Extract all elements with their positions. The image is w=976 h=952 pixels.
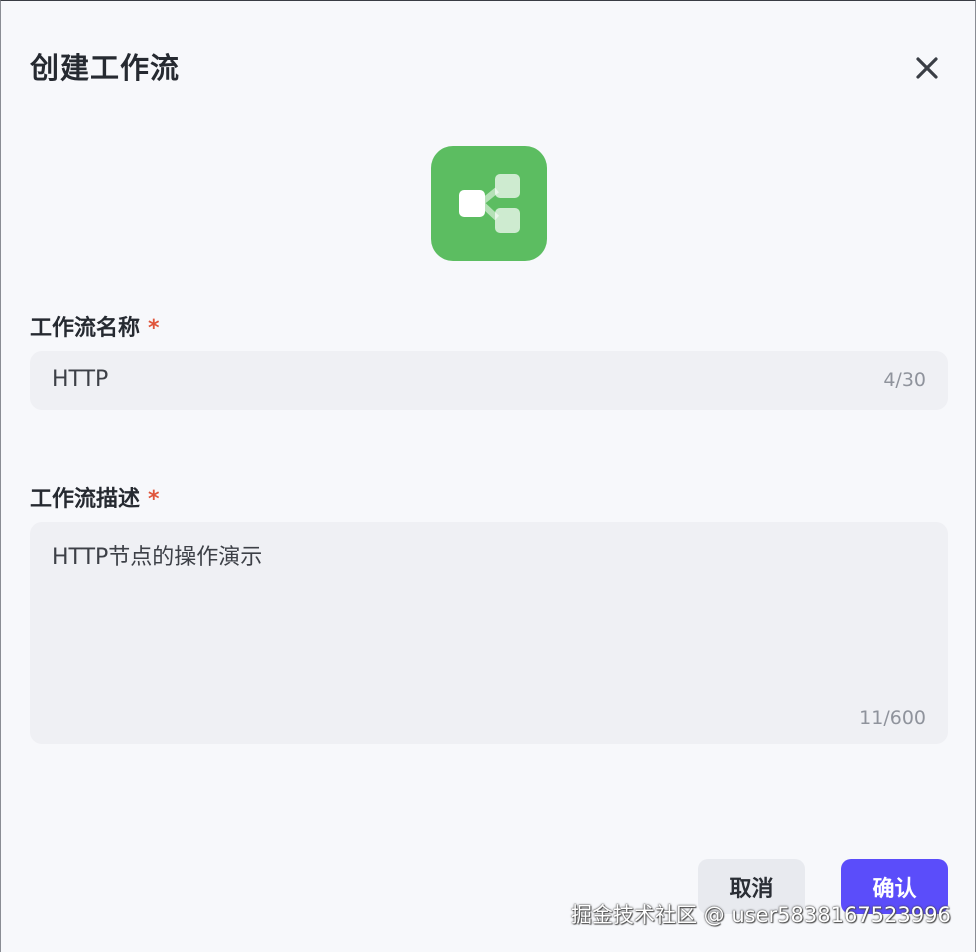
close-icon <box>916 57 938 79</box>
workflow-description-counter: 11/600 <box>859 707 926 729</box>
workflow-name-label-text: 工作流名称 <box>30 316 141 341</box>
workflow-description-label: 工作流描述 * <box>30 481 160 513</box>
workflow-description-textarea[interactable]: HTTP节点的操作演示 11/600 <box>30 522 948 744</box>
workflow-icon <box>459 174 520 233</box>
dialog-title: 创建工作流 <box>30 51 181 85</box>
workflow-app-icon[interactable] <box>431 146 547 261</box>
workflow-name-input[interactable]: HTTP 4/30 <box>30 351 948 410</box>
workflow-name-label: 工作流名称 * <box>30 310 160 342</box>
required-mark: * <box>148 316 160 341</box>
required-mark: * <box>148 487 160 512</box>
workflow-name-counter: 4/30 <box>883 369 926 391</box>
create-workflow-dialog: 创建工作流 工作流名称 * HTTP 4/30 工作流描述 * HTTP节点的操作演… <box>0 0 976 952</box>
workflow-name-value[interactable]: HTTP <box>52 367 108 392</box>
workflow-description-label-text: 工作流描述 <box>30 487 141 512</box>
watermark: 掘金技术社区 @ user5838167523996 <box>571 903 951 927</box>
close-button[interactable] <box>908 49 946 87</box>
workflow-description-value[interactable]: HTTP节点的操作演示 <box>52 539 262 571</box>
